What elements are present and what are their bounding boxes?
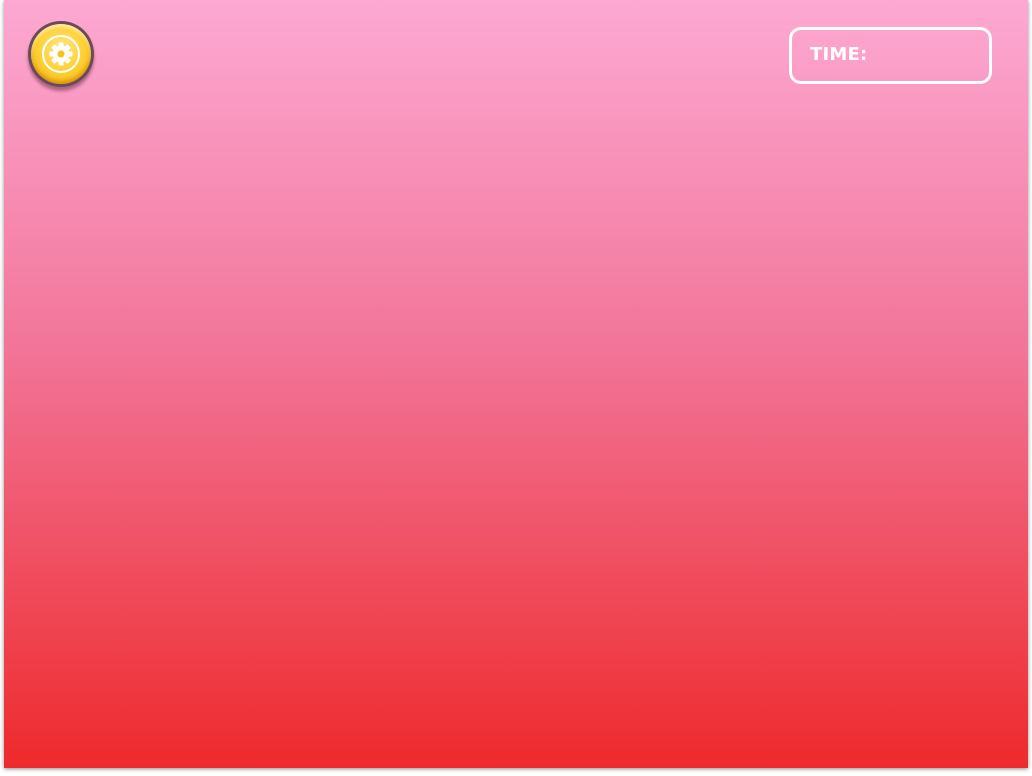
game-stage[interactable]: TIME: bbox=[4, 0, 1028, 768]
timer-box: TIME: bbox=[789, 27, 992, 84]
game-background bbox=[4, 0, 1028, 768]
gear-icon bbox=[49, 42, 73, 66]
settings-button[interactable] bbox=[28, 21, 94, 87]
settings-button-face bbox=[31, 24, 91, 84]
timer-label: TIME: bbox=[810, 44, 868, 65]
